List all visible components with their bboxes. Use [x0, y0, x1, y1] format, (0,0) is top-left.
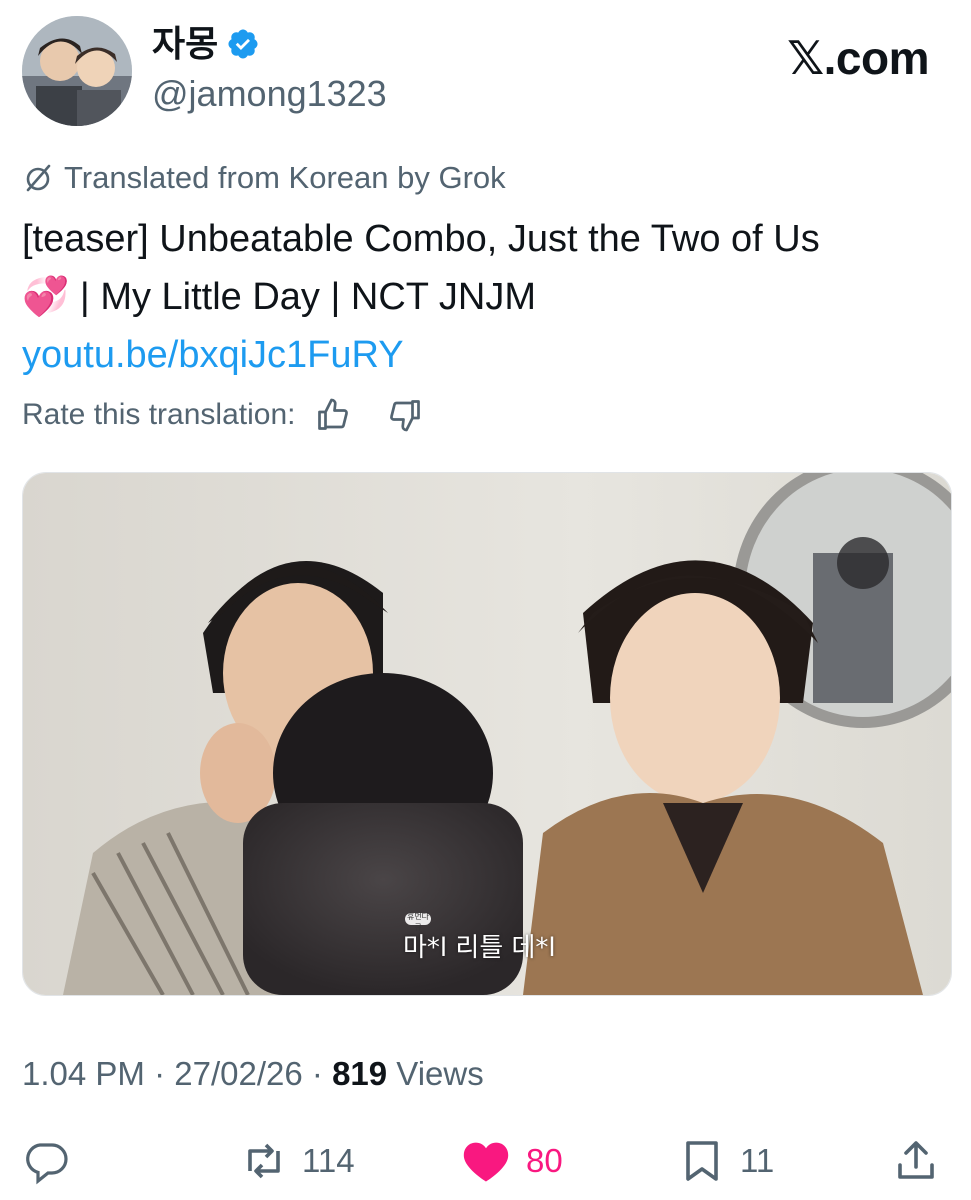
retweet-button[interactable]: 114 [240, 1126, 355, 1196]
views-label: Views [396, 1055, 484, 1092]
rate-translation-label: Rate this translation: [22, 398, 296, 431]
grok-icon [26, 164, 51, 192]
avatar[interactable] [22, 16, 132, 126]
tweet-media[interactable]: 휴먼다큐 마*l 리틀 데*l [22, 472, 952, 996]
thumbs-up-icon[interactable] [315, 397, 351, 433]
translation-notice: Translated from Korean by Grok [22, 158, 506, 198]
views-count: 819 [332, 1055, 388, 1092]
translation-label: Translated from Korean by Grok [64, 160, 506, 195]
share-icon [898, 1141, 934, 1179]
retweet-icon [248, 1143, 280, 1179]
bookmark-count: 11 [740, 1142, 775, 1179]
bookmark-icon [686, 1141, 718, 1181]
tweet-time[interactable]: 1.04 PM [22, 1055, 145, 1092]
sparkling-hearts-emoji: 💞 [22, 276, 70, 318]
heart-icon [463, 1142, 509, 1182]
thumbs-down-icon[interactable] [387, 397, 423, 433]
tweet-meta: 1.04 PM · 27/02/26 · 819 Views [22, 1052, 484, 1096]
media-photo [23, 473, 951, 995]
display-name-text: 자몽 [152, 23, 219, 64]
rate-translation: Rate this translation: [22, 392, 423, 438]
media-caption-main: 마*l 리틀 데*l [403, 933, 556, 963]
like-count: 80 [526, 1142, 563, 1179]
tweet-text: [teaser] Unbeatable Combo, Just the Two … [22, 210, 942, 384]
like-button[interactable]: 80 [460, 1126, 563, 1196]
verified-badge-icon [228, 29, 258, 59]
x-logo-text: 𝕏.com [787, 32, 929, 84]
meta-separator: · [154, 1055, 175, 1092]
retweet-count: 114 [302, 1142, 355, 1179]
user-handle[interactable]: @jamong1323 [152, 72, 387, 116]
action-bar: 114 80 11 [0, 1126, 971, 1196]
tweet-link[interactable]: youtu.be/bxqiJc1FuRY [22, 334, 404, 376]
tweet-date[interactable]: 27/02/26 [174, 1055, 302, 1092]
reply-button[interactable] [22, 1126, 84, 1196]
display-name[interactable]: 자몽 [152, 22, 260, 66]
avatar-image [22, 16, 132, 126]
tweet-line-1: [teaser] Unbeatable Combo, Just the Two … [22, 218, 820, 260]
bookmark-button[interactable]: 11 [678, 1126, 774, 1196]
tweet-line-2: 💞 | My Little Day | NCT JNJM [22, 268, 942, 326]
reply-icon [26, 1143, 68, 1185]
share-button[interactable] [892, 1126, 940, 1196]
x-logo: 𝕏.com [787, 30, 929, 86]
tweet-line-2-text: | My Little Day | NCT JNJM [69, 276, 536, 318]
meta-separator: · [311, 1055, 333, 1092]
